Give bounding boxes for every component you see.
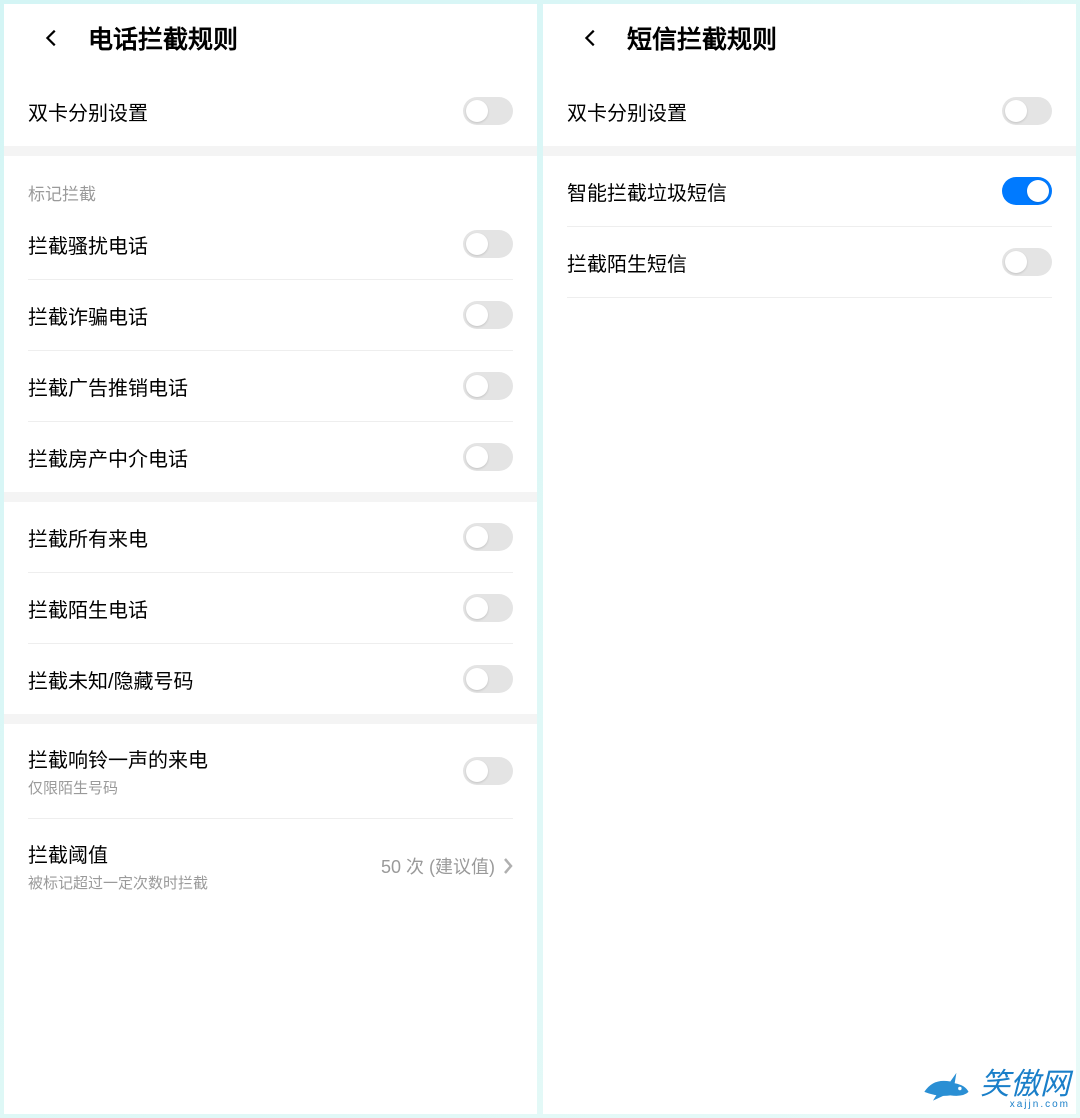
row-label: 智能拦截垃圾短信 <box>567 177 727 206</box>
page-title: 电话拦截规则 <box>88 20 238 56</box>
toggle-ads[interactable] <box>463 372 513 400</box>
toggle-smart-spam[interactable] <box>1002 177 1052 205</box>
section-gap <box>543 146 1076 156</box>
watermark-sub: xajjn.com <box>1010 1099 1070 1110</box>
toggle-harass[interactable] <box>463 230 513 258</box>
shark-icon <box>920 1067 972 1103</box>
row-label: 拦截阈值 <box>28 839 208 868</box>
section-gap <box>4 714 537 724</box>
toggle-dual-sim[interactable] <box>463 97 513 125</box>
row-stranger-sms[interactable]: 拦截陌生短信 <box>543 227 1076 297</box>
row-label: 拦截未知/隐藏号码 <box>28 665 194 694</box>
sms-rules-panel: 短信拦截规则 双卡分别设置 智能拦截垃圾短信 拦截陌生短信 <box>543 4 1076 1114</box>
toggle-unknown[interactable] <box>463 665 513 693</box>
row-label: 拦截房产中介电话 <box>28 443 188 472</box>
row-label: 双卡分别设置 <box>567 97 687 126</box>
row-all-calls[interactable]: 拦截所有来电 <box>4 502 537 572</box>
watermark: 笑傲网 xajjn.com <box>920 1059 1070 1110</box>
row-dual-sim[interactable]: 双卡分别设置 <box>4 76 537 146</box>
header: 电话拦截规则 <box>4 4 537 76</box>
row-estate[interactable]: 拦截房产中介电话 <box>4 422 537 492</box>
row-sublabel: 仅限陌生号码 <box>28 777 208 798</box>
toggle-stranger[interactable] <box>463 594 513 622</box>
row-sublabel: 被标记超过一定次数时拦截 <box>28 872 208 893</box>
row-label: 拦截诈骗电话 <box>28 301 148 330</box>
row-stranger[interactable]: 拦截陌生电话 <box>4 573 537 643</box>
section-header-mark: 标记拦截 <box>4 156 537 209</box>
row-label: 拦截骚扰电话 <box>28 230 148 259</box>
toggle-estate[interactable] <box>463 443 513 471</box>
threshold-value: 50 次 (建议值) <box>381 853 495 879</box>
row-ads[interactable]: 拦截广告推销电话 <box>4 351 537 421</box>
row-one-ring[interactable]: 拦截响铃一声的来电 仅限陌生号码 <box>4 724 537 818</box>
watermark-text: 笑傲网 <box>980 1059 1070 1103</box>
toggle-all-calls[interactable] <box>463 523 513 551</box>
toggle-stranger-sms[interactable] <box>1002 248 1052 276</box>
row-label: 拦截陌生电话 <box>28 594 148 623</box>
section-gap <box>4 492 537 502</box>
toggle-fraud[interactable] <box>463 301 513 329</box>
row-fraud[interactable]: 拦截诈骗电话 <box>4 280 537 350</box>
header: 短信拦截规则 <box>543 4 1076 76</box>
row-label: 拦截广告推销电话 <box>28 372 188 401</box>
section-gap <box>4 146 537 156</box>
row-harass[interactable]: 拦截骚扰电话 <box>4 209 537 279</box>
row-smart-spam[interactable]: 智能拦截垃圾短信 <box>543 156 1076 226</box>
threshold-value-container: 50 次 (建议值) <box>381 853 513 879</box>
row-label: 拦截所有来电 <box>28 523 148 552</box>
row-label: 拦截陌生短信 <box>567 248 687 277</box>
back-icon[interactable] <box>38 24 66 52</box>
row-label: 双卡分别设置 <box>28 97 148 126</box>
row-label: 拦截响铃一声的来电 <box>28 744 208 773</box>
back-icon[interactable] <box>577 24 605 52</box>
row-threshold[interactable]: 拦截阈值 被标记超过一定次数时拦截 50 次 (建议值) <box>4 819 537 913</box>
row-unknown[interactable]: 拦截未知/隐藏号码 <box>4 644 537 714</box>
chevron-right-icon <box>503 857 513 875</box>
page-title: 短信拦截规则 <box>627 20 777 56</box>
call-rules-panel: 电话拦截规则 双卡分别设置 标记拦截 拦截骚扰电话 拦截诈骗电话 拦截广告推销电… <box>4 4 537 1114</box>
toggle-one-ring[interactable] <box>463 757 513 785</box>
row-dual-sim-sms[interactable]: 双卡分别设置 <box>543 76 1076 146</box>
toggle-dual-sim-sms[interactable] <box>1002 97 1052 125</box>
